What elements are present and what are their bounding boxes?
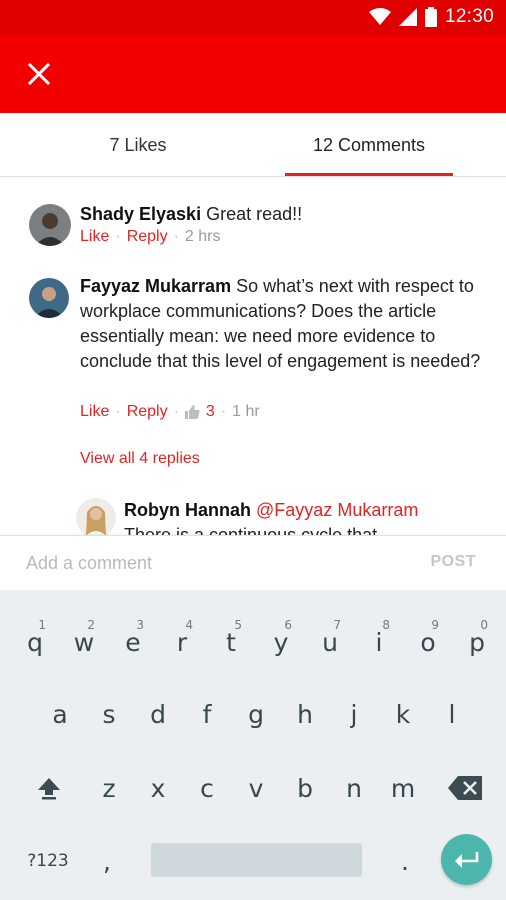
comment-list[interactable]: Shady Elyaski Great read!! Like · Reply … xyxy=(0,178,506,535)
key-e[interactable]: e3 xyxy=(108,614,158,670)
post-button[interactable]: POST xyxy=(430,553,476,571)
like-count: 3 xyxy=(205,403,215,420)
avatar[interactable] xyxy=(76,498,116,535)
backspace-key[interactable] xyxy=(440,760,490,816)
soft-keyboard: q1 w2 e3 r4 t5 y6 u7 i8 o9 p0 a s d f g … xyxy=(0,590,506,900)
reply-text: Robyn Hannah @Fayyaz Mukarram There is a… xyxy=(124,498,494,535)
key-c[interactable]: c xyxy=(182,760,232,816)
key-s[interactable]: s xyxy=(84,686,134,742)
status-icons: 12:30 xyxy=(368,6,494,28)
separator-dot: · xyxy=(115,403,121,420)
avatar[interactable] xyxy=(29,278,69,318)
status-time: 12:30 xyxy=(444,6,494,27)
reply-content: There is a continuous cycle that... xyxy=(124,525,393,535)
tab-likes[interactable]: 7 Likes xyxy=(40,113,236,177)
key-p[interactable]: p0 xyxy=(452,614,502,670)
comment-author[interactable]: Shady Elyaski xyxy=(80,204,201,224)
comment-actions: Like · Reply · 3 · 1 hr xyxy=(80,403,260,421)
shift-key[interactable] xyxy=(24,760,74,816)
key-w[interactable]: w2 xyxy=(59,614,109,670)
battery-icon xyxy=(424,7,437,27)
key-o[interactable]: o9 xyxy=(403,614,453,670)
backspace-icon xyxy=(448,776,482,800)
like-link[interactable]: Like xyxy=(80,403,109,421)
key-q[interactable]: q1 xyxy=(10,614,60,670)
reply-mention[interactable]: @Fayyaz Mukarram xyxy=(256,500,418,520)
key-u[interactable]: u7 xyxy=(305,614,355,670)
key-v[interactable]: v xyxy=(231,760,281,816)
key-z[interactable]: z xyxy=(84,760,134,816)
key-x[interactable]: x xyxy=(133,760,183,816)
key-r[interactable]: r4 xyxy=(157,614,207,670)
key-d[interactable]: d xyxy=(133,686,183,742)
symbols-key[interactable]: ?123 xyxy=(20,833,76,889)
key-b[interactable]: b xyxy=(280,760,330,816)
key-h[interactable]: h xyxy=(280,686,330,742)
shift-icon xyxy=(38,778,60,800)
comma-key[interactable]: , xyxy=(82,833,132,889)
signal-icon xyxy=(398,8,417,26)
key-k[interactable]: k xyxy=(378,686,428,742)
key-a[interactable]: a xyxy=(35,686,85,742)
separator-dot: · xyxy=(115,228,121,245)
key-t[interactable]: t5 xyxy=(206,614,256,670)
separator-dot: · xyxy=(220,403,227,420)
comment-actions: Like · Reply · 2 hrs xyxy=(80,228,221,246)
comment-time: 1 hr xyxy=(232,403,260,420)
key-y[interactable]: y6 xyxy=(256,614,306,670)
separator-dot: · xyxy=(173,228,179,245)
close-button[interactable] xyxy=(22,57,56,91)
status-bar: 12:30 xyxy=(0,0,506,35)
comment-composer: POST xyxy=(0,535,506,590)
thumbs-up-icon xyxy=(184,405,200,419)
key-n[interactable]: n xyxy=(329,760,379,816)
reply-link[interactable]: Reply xyxy=(127,228,168,246)
key-m[interactable]: m xyxy=(378,760,428,816)
key-i[interactable]: i8 xyxy=(354,614,404,670)
comment-time: 2 hrs xyxy=(184,228,221,245)
comment-author[interactable]: Fayyaz Mukarram xyxy=(80,276,231,296)
space-bar[interactable] xyxy=(151,843,362,877)
active-tab-indicator xyxy=(285,173,453,176)
comment-input[interactable] xyxy=(26,548,406,578)
enter-icon xyxy=(454,851,478,868)
view-replies-link[interactable]: View all 4 replies xyxy=(80,450,200,468)
key-j[interactable]: j xyxy=(329,686,379,742)
reply-author[interactable]: Robyn Hannah xyxy=(124,500,251,520)
comment-text: Fayyaz Mukarram So what’s next with resp… xyxy=(80,274,490,374)
comment-content: Great read!! xyxy=(206,204,303,224)
reply-link[interactable]: Reply xyxy=(127,403,168,421)
close-icon xyxy=(28,63,50,85)
like-link[interactable]: Like xyxy=(80,228,109,246)
comment-text: Shady Elyaski Great read!! xyxy=(80,202,490,227)
key-f[interactable]: f xyxy=(182,686,232,742)
tab-bar: 7 Likes 12 Comments xyxy=(0,113,506,177)
avatar[interactable] xyxy=(29,204,71,246)
tab-comments[interactable]: 12 Comments xyxy=(285,113,453,177)
wifi-icon xyxy=(368,8,391,25)
app-bar xyxy=(0,35,506,113)
key-g[interactable]: g xyxy=(231,686,281,742)
enter-key[interactable] xyxy=(441,834,492,885)
period-key[interactable]: . xyxy=(380,833,430,889)
key-l[interactable]: l xyxy=(427,686,477,742)
separator-dot: · xyxy=(173,403,179,420)
